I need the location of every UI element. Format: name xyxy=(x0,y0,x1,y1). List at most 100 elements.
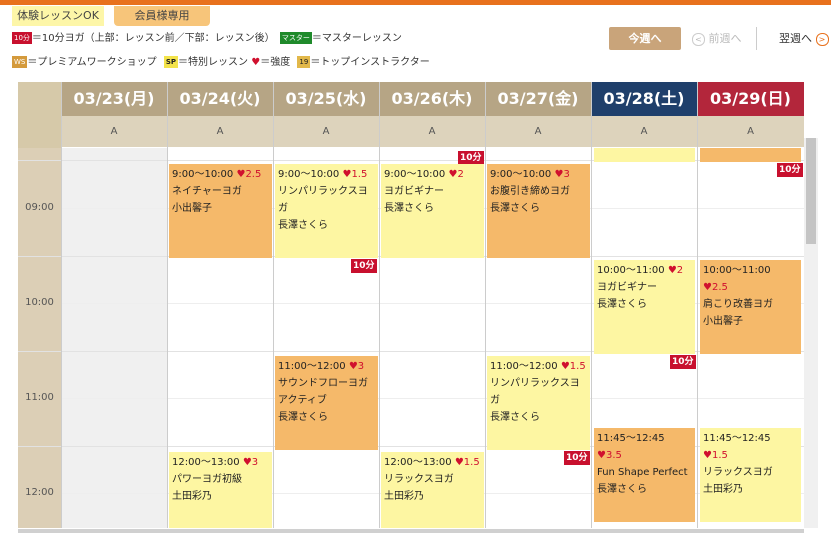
lesson-block-partial[interactable] xyxy=(594,148,695,162)
hour-label: 12:00 xyxy=(25,487,54,498)
next-week-label: 翌週へ xyxy=(779,32,812,45)
lesson-block[interactable]: 12:00〜13:00 ♥3 パワーヨガ初級 土田彩乃 xyxy=(169,452,272,528)
lesson-block[interactable]: 11:00〜12:00 ♥1.5 リンパリラックスヨガ 長澤さくら xyxy=(487,356,590,450)
lesson-intensity: 3 xyxy=(251,457,259,468)
studio-label: A xyxy=(697,116,804,147)
tab-members-only[interactable]: 会員様専用 xyxy=(114,6,210,26)
lesson-time-row: 9:00〜10:00 ♥2.5 xyxy=(172,166,269,183)
lesson-block[interactable]: 9:00〜10:00 ♥3 お腹引き締めヨガ 長澤さくら xyxy=(487,164,590,258)
lesson-time-row: 10:00〜11:00 ♥2.5 xyxy=(703,262,798,296)
studio-label: A xyxy=(591,116,697,147)
lesson-name: パワーヨガ初級 xyxy=(172,474,242,485)
column-divider xyxy=(697,82,698,528)
lesson-name: リラックスヨガ xyxy=(703,467,773,478)
lesson-name: リンパリラックスヨガ xyxy=(278,186,368,214)
lesson-time: 10:00〜11:00 xyxy=(597,265,665,276)
heart-icon: ♥ xyxy=(703,450,712,461)
lesson-time-row: 11:45〜12:45 ♥3.5 xyxy=(597,430,692,464)
day-header-wed: 03/25(水) xyxy=(273,82,379,116)
lesson-time: 9:00〜10:00 xyxy=(172,169,234,180)
hour-label: 09:00 xyxy=(25,202,54,213)
prev-week-link[interactable]: < 前週へ xyxy=(692,31,742,47)
lesson-teacher: 土田彩乃 xyxy=(384,491,424,502)
lesson-block[interactable]: 12:00〜13:00 ♥1.5 リラックスヨガ 土田彩乃 xyxy=(381,452,484,528)
heart-icon: ♥ xyxy=(348,361,358,372)
gridline xyxy=(61,398,804,399)
ten-minute-tag[interactable]: 10分 xyxy=(564,451,590,465)
legend-text: ＝10分ヨガ（上部：レッスン前／下部：レッスン後） xyxy=(31,33,275,44)
lesson-teacher: 長澤さくら xyxy=(490,203,540,214)
crown-icon: 19 xyxy=(297,56,311,68)
lesson-teacher: 長澤さくら xyxy=(278,412,328,423)
lesson-time-row: 9:00〜10:00 ♥3 xyxy=(490,166,587,183)
column-divider xyxy=(167,82,168,528)
lesson-block[interactable]: 11:45〜12:45 ♥3.5 Fun Shape Perfect 長澤さくら xyxy=(594,428,695,522)
lesson-name: リラックスヨガ xyxy=(384,474,454,485)
lesson-block-partial[interactable] xyxy=(700,148,801,162)
lesson-intensity: 1.5 xyxy=(463,457,480,468)
lesson-time: 9:00〜10:00 xyxy=(490,169,552,180)
top-accent-bar xyxy=(0,0,831,5)
column-divider xyxy=(273,82,274,528)
schedule-grid: 03/23(月) 03/24(火) 03/25(水) 03/26(木) 03/2… xyxy=(18,82,804,528)
lesson-time: 9:00〜10:00 xyxy=(278,169,340,180)
lesson-time: 12:00〜13:00 xyxy=(384,457,452,468)
lesson-time-row: 9:00〜10:00 ♥2 xyxy=(384,166,481,183)
studio-label: A xyxy=(379,116,485,147)
ten-minute-tag[interactable]: 10分 xyxy=(777,163,803,177)
lesson-name: ヨガビギナー xyxy=(597,282,657,293)
lesson-intensity: 1.5 xyxy=(569,361,586,372)
lesson-name: リンパリラックスヨガ xyxy=(490,378,580,406)
lesson-time: 11:00〜12:00 xyxy=(278,361,346,372)
lesson-intensity: 2 xyxy=(676,265,684,276)
legend-text: ＝マスターレッスン xyxy=(311,33,402,44)
lesson-time-row: 12:00〜13:00 ♥3 xyxy=(172,454,269,471)
lesson-block[interactable]: 11:00〜12:00 ♥3 サウンドフローヨガ アクティブ 長澤さくら xyxy=(275,356,378,450)
hour-label: 10:00 xyxy=(25,297,54,308)
heart-icon: ♥ xyxy=(454,457,464,468)
ten-minute-tag[interactable]: 10分 xyxy=(351,259,377,273)
heart-icon: ♥ xyxy=(597,450,606,461)
lesson-time-row: 11:00〜12:00 ♥3 xyxy=(278,358,375,375)
ten-minute-tag[interactable]: 10分 xyxy=(670,355,696,369)
day-header-sun: 03/29(日) xyxy=(697,82,804,116)
lesson-intensity: 3 xyxy=(563,169,570,180)
lesson-intensity: 2 xyxy=(457,169,464,180)
lesson-time-row: 9:00〜10:00 ♥1.5 xyxy=(278,166,375,183)
lesson-name: ヨガビギナー xyxy=(384,186,444,197)
lesson-name: サウンドフローヨガ アクティブ xyxy=(278,378,378,406)
lesson-name: ネイチャーヨガ xyxy=(172,186,242,197)
this-week-button[interactable]: 今週へ xyxy=(609,27,681,50)
lesson-block[interactable]: 10:00〜11:00 ♥2.5 肩こり改善ヨガ 小出馨子 xyxy=(700,260,801,354)
lesson-block[interactable]: 9:00〜10:00 ♥2 ヨガビギナー 長澤さくら xyxy=(381,164,484,258)
heart-icon: ♥ xyxy=(242,457,252,468)
lesson-block[interactable]: 9:00〜10:00 ♥1.5 リンパリラックスヨガ 長澤さくら xyxy=(275,164,378,258)
lesson-time-row: 11:45〜12:45 ♥1.5 xyxy=(703,430,798,464)
scrollbar-thumb[interactable] xyxy=(806,138,816,244)
lesson-time: 11:00〜12:00 xyxy=(490,361,558,372)
heart-icon: ♥ xyxy=(560,361,570,372)
studio-label: A xyxy=(485,116,591,147)
legend-text: ＝強度 xyxy=(260,57,291,68)
ten-minute-tag[interactable]: 10分 xyxy=(458,151,484,165)
lesson-block[interactable]: 9:00〜10:00 ♥2.5 ネイチャーヨガ 小出馨子 xyxy=(169,164,272,258)
tab-trial-ok[interactable]: 体験レッスンOK xyxy=(12,6,104,26)
legend-row-1: 10分 ＝10分ヨガ（上部：レッスン前／下部：レッスン後） マスター ＝マスターレッ… xyxy=(12,32,402,46)
header-corner xyxy=(18,82,61,148)
column-divider xyxy=(485,82,486,528)
lesson-intensity: 2.5 xyxy=(711,282,728,293)
lesson-name: 肩こり改善ヨガ xyxy=(703,299,773,310)
studio-label: A xyxy=(273,116,379,147)
legend-row-2: WS ＝プレミアムワークショップ SP ＝特別レッスン ♥＝強度 19 ＝トップインス… xyxy=(12,56,430,70)
next-week-link[interactable]: 翌週へ > xyxy=(779,31,829,47)
horizontal-scrollbar[interactable] xyxy=(18,529,804,533)
lesson-teacher: 長澤さくら xyxy=(384,203,434,214)
lesson-intensity: 3.5 xyxy=(605,450,622,461)
lesson-teacher: 長澤さくら xyxy=(490,412,540,423)
lesson-block[interactable]: 11:45〜12:45 ♥1.5 リラックスヨガ 土田彩乃 xyxy=(700,428,801,522)
lesson-time: 10:00〜11:00 xyxy=(703,265,771,276)
lesson-time-row: 12:00〜13:00 ♥1.5 xyxy=(384,454,481,471)
lesson-block[interactable]: 10:00〜11:00 ♥2 ヨガビギナー 長澤さくら xyxy=(594,260,695,354)
lesson-time: 9:00〜10:00 xyxy=(384,169,446,180)
heart-icon: ♥ xyxy=(251,57,261,68)
